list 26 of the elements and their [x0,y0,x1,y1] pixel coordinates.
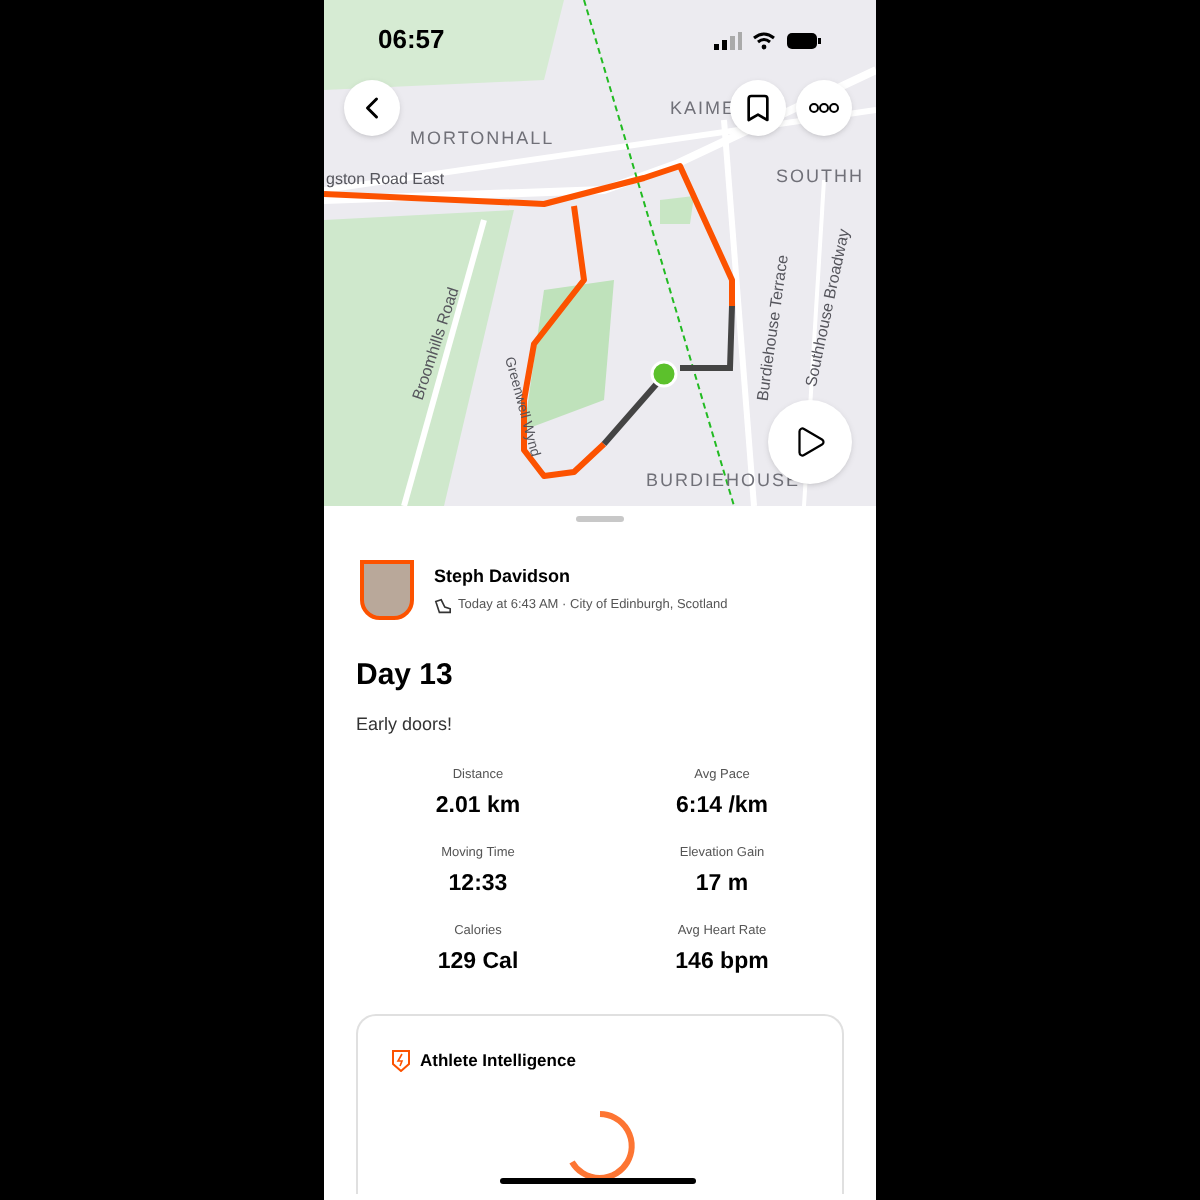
area-label: SOUTHH [776,168,864,186]
more-icon [808,102,840,114]
signal-icon [714,31,742,49]
bookmark-icon [742,92,774,124]
play-icon [792,424,828,460]
area-label: BURDIEHOUSE [646,472,801,490]
street-label: Burdiehouse Terrace [755,253,792,403]
street-label: gston Road East [326,172,445,188]
loading-spinner-icon [564,1109,636,1182]
stat-value: 12:33 [448,869,508,900]
stat-value: 6:14 /km [675,791,769,822]
stat-value: 17 m [695,869,749,900]
card-title: Athlete Intelligence [420,1048,576,1074]
athlete-name[interactable]: Steph Davidson [434,563,728,591]
activity-description: Early doors! [354,711,455,738]
wifi-icon [752,31,776,49]
stat-value: 2.01 km [435,791,521,822]
stat-value: 129 Cal [437,947,519,978]
shield-icon [392,1049,410,1072]
area-label: MORTONHALL [410,130,555,148]
activity-title: Day 13 [354,656,455,696]
avatar-photo-placeholder [360,560,414,620]
stat-value: 146 bpm [675,947,769,978]
drag-handle[interactable] [576,516,624,522]
status-time: 06:57 [378,22,445,59]
area-label: KAIME [670,100,737,118]
